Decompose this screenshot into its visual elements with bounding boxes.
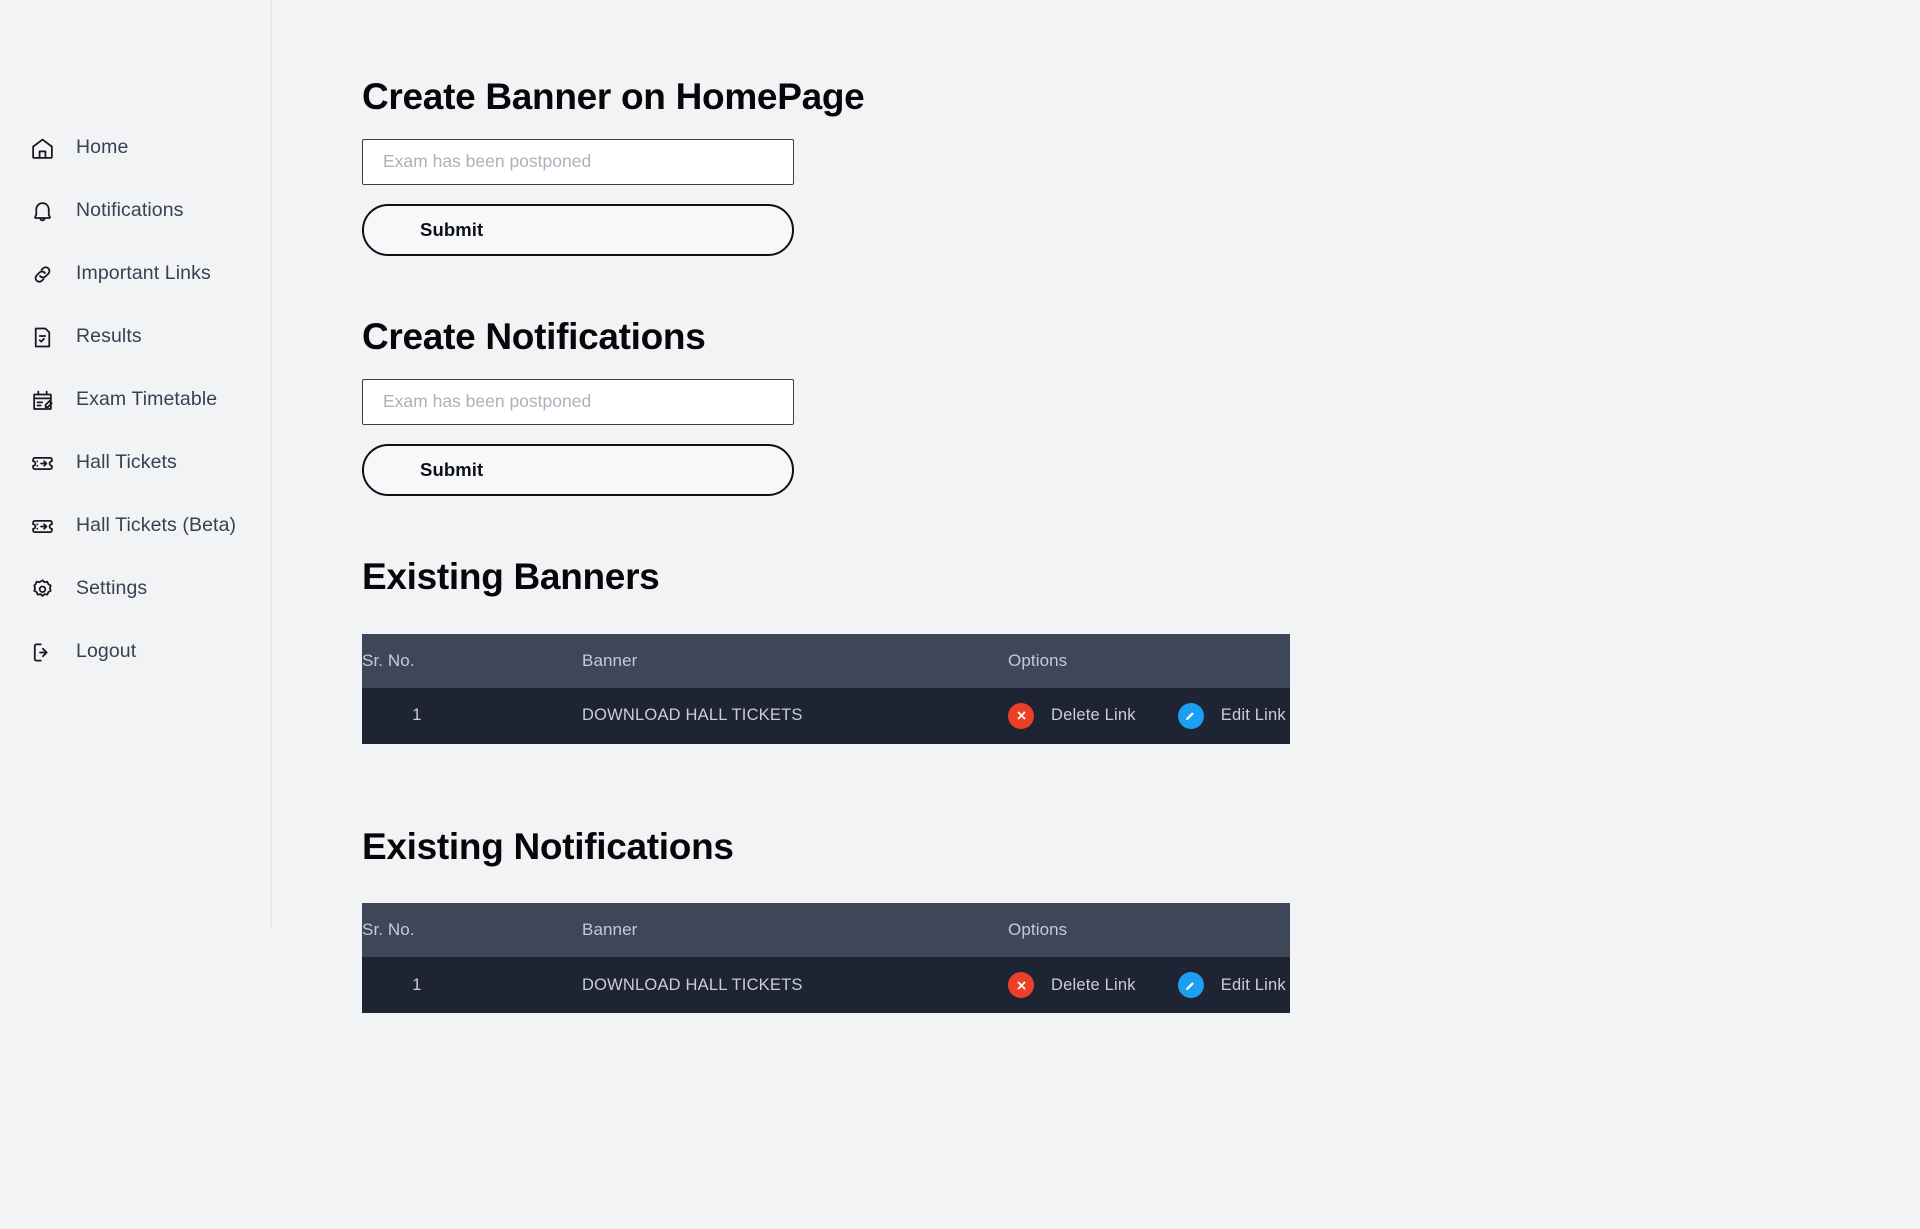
delete-link-label: Delete Link bbox=[1051, 975, 1136, 994]
delete-link-label: Delete Link bbox=[1051, 706, 1136, 725]
sidebar-item-label: Notifications bbox=[76, 199, 184, 222]
sidebar-item-label: Home bbox=[76, 136, 129, 159]
sidebar-item-label: Logout bbox=[76, 640, 137, 663]
column-header-banner: Banner bbox=[472, 903, 866, 958]
create-notifications-title: Create Notifications bbox=[362, 315, 706, 357]
banner-text-input[interactable] bbox=[362, 138, 794, 185]
existing-notifications-section: Existing Notifications Sr. No. Banner Op… bbox=[362, 825, 1920, 1014]
sidebar-item-label: Exam Timetable bbox=[76, 388, 218, 411]
sidebar-item-hall-tickets-beta[interactable]: Hall Tickets (Beta) bbox=[0, 506, 272, 546]
edit-link-label: Edit Link bbox=[1220, 975, 1286, 994]
sidebar-nav: Home Notifications Important Links Resul… bbox=[0, 0, 272, 1229]
column-header-options: Options bbox=[866, 903, 1290, 958]
calendar-edit-icon bbox=[28, 386, 56, 414]
delete-circle-x-icon bbox=[1008, 702, 1034, 729]
column-header-sr-no: Sr. No. bbox=[362, 633, 472, 688]
home-icon bbox=[28, 134, 56, 162]
edit-link-button[interactable]: Edit Link bbox=[1177, 972, 1286, 999]
sidebar-item-label: Hall Tickets bbox=[76, 451, 177, 474]
sidebar-item-home[interactable]: Home bbox=[0, 128, 272, 168]
cell-options: Delete Link Edit Link bbox=[866, 957, 1290, 1014]
document-grade-icon bbox=[28, 323, 56, 351]
delete-circle-x-icon bbox=[1008, 972, 1034, 999]
table-head: Sr. No. Banner Options bbox=[362, 633, 1290, 688]
page-title: Create Banner on HomePage bbox=[362, 76, 865, 117]
column-header-options: Options bbox=[866, 633, 1290, 688]
column-header-sr-no: Sr. No. bbox=[362, 903, 472, 958]
notification-text-input[interactable] bbox=[362, 378, 794, 425]
sidebar-item-label: Results bbox=[76, 325, 142, 348]
sidebar-item-label: Important Links bbox=[76, 262, 211, 285]
logout-icon bbox=[28, 638, 56, 666]
gear-icon bbox=[28, 575, 56, 603]
sidebar-item-hall-tickets[interactable]: Hall Tickets bbox=[0, 443, 272, 483]
table-header-row: Sr. No. Banner Options bbox=[362, 633, 1290, 688]
delete-link-button[interactable]: Delete Link bbox=[1008, 972, 1136, 999]
options-wrap: Delete Link Edit Link bbox=[1008, 702, 1290, 729]
edit-pencil-icon bbox=[1177, 702, 1204, 729]
sidebar-item-logout[interactable]: Logout bbox=[0, 632, 272, 672]
sidebar-item-notifications[interactable]: Notifications bbox=[0, 191, 272, 231]
table-body: 1 DOWNLOAD HALL TICKETS Delete Link Edit… bbox=[362, 687, 1290, 744]
edit-pencil-icon bbox=[1177, 972, 1204, 999]
ticket-icon bbox=[28, 449, 56, 477]
sidebar-item-results[interactable]: Results bbox=[0, 317, 272, 357]
cell-sr-no: 1 bbox=[362, 957, 472, 1014]
sidebar-item-settings[interactable]: Settings bbox=[0, 569, 272, 609]
link-icon bbox=[28, 260, 56, 288]
sidebar-item-label: Settings bbox=[76, 577, 148, 600]
edit-link-label: Edit Link bbox=[1220, 706, 1286, 725]
table-row: 1 DOWNLOAD HALL TICKETS Delete Link Edit… bbox=[362, 687, 1290, 744]
table-body: 1 DOWNLOAD HALL TICKETS Delete Link Edit… bbox=[362, 957, 1290, 1014]
cell-banner: DOWNLOAD HALL TICKETS bbox=[472, 957, 866, 1014]
cell-banner: DOWNLOAD HALL TICKETS bbox=[472, 687, 866, 744]
submit-notification-button[interactable]: Submit bbox=[362, 443, 794, 496]
cell-sr-no: 1 bbox=[362, 687, 472, 744]
column-header-banner: Banner bbox=[472, 633, 866, 688]
sidebar-item-exam-timetable[interactable]: Exam Timetable bbox=[0, 380, 272, 420]
table-head: Sr. No. Banner Options bbox=[362, 903, 1290, 958]
existing-banners-title: Existing Banners bbox=[362, 555, 660, 597]
edit-link-button[interactable]: Edit Link bbox=[1177, 702, 1286, 729]
existing-banners-table: Sr. No. Banner Options 1 DOWNLOAD HALL T… bbox=[362, 633, 1290, 744]
table-header-row: Sr. No. Banner Options bbox=[362, 903, 1290, 958]
cell-options: Delete Link Edit Link bbox=[866, 687, 1290, 744]
ticket-icon bbox=[28, 512, 56, 540]
create-banner-section: Create Banner on HomePage Submit bbox=[362, 76, 1920, 256]
bell-icon bbox=[28, 197, 56, 225]
create-notifications-section: Create Notifications Submit bbox=[362, 315, 1920, 496]
admin-dashboard: Home Notifications Important Links Resul… bbox=[0, 0, 1920, 1229]
table-row: 1 DOWNLOAD HALL TICKETS Delete Link Edit… bbox=[362, 957, 1290, 1014]
delete-link-button[interactable]: Delete Link bbox=[1008, 702, 1136, 729]
existing-notifications-title: Existing Notifications bbox=[362, 825, 734, 867]
sidebar-item-important-links[interactable]: Important Links bbox=[0, 254, 272, 294]
submit-banner-button[interactable]: Submit bbox=[362, 203, 794, 256]
options-wrap: Delete Link Edit Link bbox=[1008, 972, 1290, 999]
sidebar-item-label: Hall Tickets (Beta) bbox=[76, 514, 237, 537]
existing-banners-section: Existing Banners Sr. No. Banner Options … bbox=[362, 555, 1920, 744]
main-content: Create Banner on HomePage Submit Create … bbox=[272, 0, 1920, 1229]
existing-notifications-table: Sr. No. Banner Options 1 DOWNLOAD HALL T… bbox=[362, 903, 1290, 1014]
